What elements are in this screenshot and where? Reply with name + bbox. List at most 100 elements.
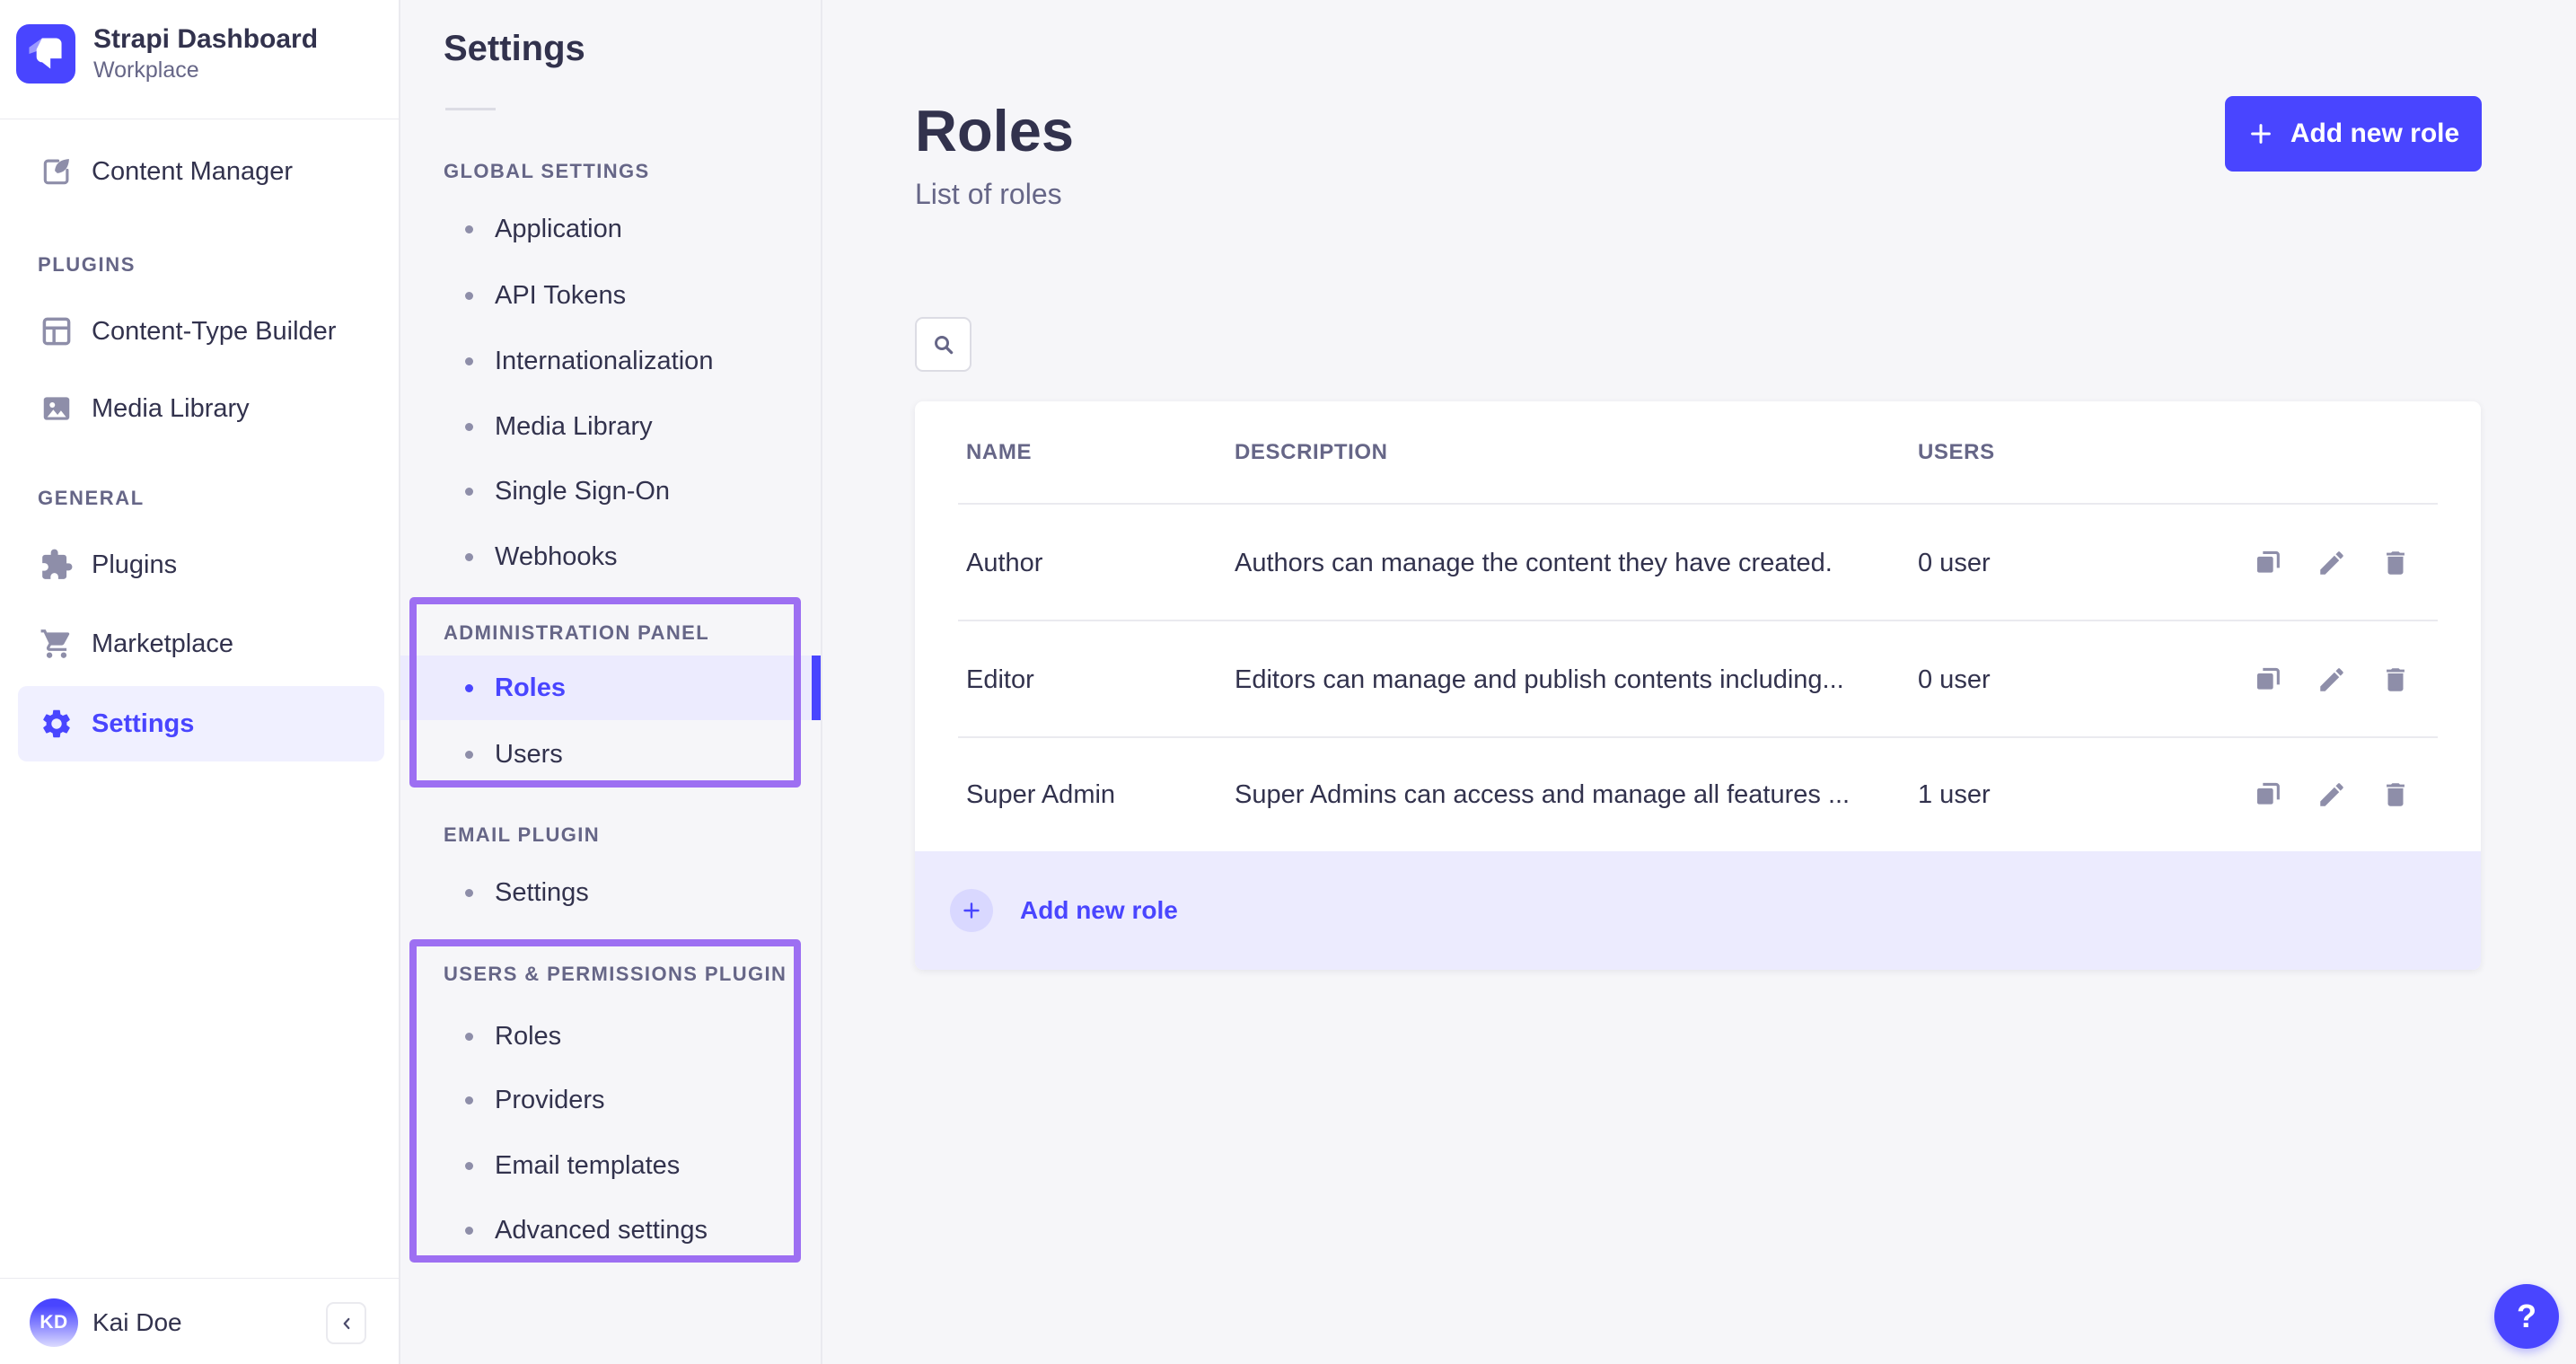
delete-trash-icon[interactable] (2379, 779, 2412, 811)
app-title: Strapi Dashboard (93, 23, 318, 56)
bullet-icon (465, 1033, 473, 1041)
plus-circle-icon (950, 889, 993, 932)
sidebar-item-settings[interactable]: Settings (18, 686, 384, 761)
subnav-item-up-providers[interactable]: Providers (400, 1076, 821, 1124)
chevron-left-icon (337, 1314, 356, 1333)
subnav-item-up-email-templates[interactable]: Email templates (400, 1141, 821, 1190)
edit-pencil-icon[interactable] (2316, 664, 2348, 696)
subnav-item-up-roles[interactable]: Roles (400, 1012, 821, 1060)
subnav-item-application[interactable]: Application (400, 205, 821, 253)
workspace-name: Workplace (93, 56, 318, 85)
shopping-cart-icon (38, 625, 75, 663)
column-header-name: NAME (966, 401, 1032, 503)
active-indicator-bar (812, 656, 821, 720)
workspace-switcher[interactable]: Strapi Dashboard Workplace (16, 23, 318, 85)
subnav-title: Settings (444, 29, 585, 69)
column-header-users: USERS (1918, 401, 1995, 503)
column-header-description: DESCRIPTION (1235, 401, 1388, 503)
subnav-item-up-advanced-settings[interactable]: Advanced settings (400, 1206, 821, 1254)
settings-subnav: Settings GLOBAL SETTINGS Application API… (400, 0, 822, 1364)
question-mark-label: ? (2517, 1298, 2536, 1335)
subnav-item-label: Media Library (495, 412, 653, 442)
sidebar-item-plugins[interactable]: Plugins (0, 537, 399, 593)
search-button[interactable] (915, 317, 971, 372)
subnav-item-admin-users[interactable]: Users (400, 730, 821, 779)
sidebar-item-content-type-builder[interactable]: Content-Type Builder (0, 304, 399, 359)
feather-pen-icon (38, 153, 75, 190)
add-new-role-button[interactable]: Add new role (2225, 96, 2482, 172)
subnav-item-label: API Tokens (495, 281, 626, 311)
table-row[interactable]: Super Admin Super Admins can access and … (915, 738, 2481, 851)
sidebar-section-general: GENERAL (38, 487, 145, 510)
subnav-item-internationalization[interactable]: Internationalization (400, 337, 821, 385)
table-row[interactable]: Author Authors can manage the content th… (915, 505, 2481, 621)
subnav-section-administration-panel: ADMINISTRATION PANEL (444, 621, 709, 645)
subnav-item-api-tokens[interactable]: API Tokens (400, 271, 821, 320)
sidebar-item-content-manager[interactable]: Content Manager (0, 144, 399, 199)
table-row[interactable]: Editor Editors can manage and publish co… (915, 621, 2481, 738)
subnav-section-global-settings: GLOBAL SETTINGS (444, 160, 650, 183)
subnav-item-email-settings[interactable]: Settings (400, 868, 821, 917)
avatar: KD (30, 1298, 78, 1347)
subnav-item-webhooks[interactable]: Webhooks (400, 532, 821, 581)
bullet-icon (465, 357, 473, 365)
subnav-item-media-library[interactable]: Media Library (400, 402, 821, 451)
subnav-item-label: Advanced settings (495, 1216, 708, 1245)
subnav-item-label: Users (495, 740, 563, 770)
sidebar-item-media-library[interactable]: Media Library (0, 381, 399, 436)
subnav-item-label: Settings (495, 878, 589, 908)
row-actions (2252, 621, 2412, 738)
subnav-item-label: Application (495, 215, 622, 244)
subnav-item-label: Roles (495, 673, 566, 703)
role-name: Author (966, 505, 1042, 621)
subnav-item-label: Webhooks (495, 542, 618, 572)
role-description: Super Admins can access and manage all f… (1235, 738, 1850, 851)
subnav-title-divider (445, 108, 496, 110)
subnav-item-label: Single Sign-On (495, 477, 670, 506)
help-button[interactable]: ? (2494, 1284, 2559, 1349)
sidebar-item-label: Content Manager (92, 157, 293, 187)
strapi-logo-icon (16, 24, 75, 84)
page-subtitle: List of roles (915, 178, 1062, 211)
roles-table: NAME DESCRIPTION USERS Author Authors ca… (915, 401, 2481, 970)
subnav-item-admin-roles[interactable]: Roles (400, 656, 821, 720)
app-root: Strapi Dashboard Workplace Content Manag… (0, 0, 2576, 1364)
bullet-icon (465, 1227, 473, 1235)
bullet-icon (465, 1096, 473, 1104)
add-new-role-label: Add new role (2290, 119, 2459, 149)
duplicate-icon[interactable] (2252, 664, 2284, 696)
bullet-icon (465, 423, 473, 431)
bullet-icon (465, 684, 473, 692)
sidebar-item-label: Settings (92, 709, 194, 739)
delete-trash-icon[interactable] (2379, 547, 2412, 579)
edit-pencil-icon[interactable] (2316, 547, 2348, 579)
subnav-item-label: Providers (495, 1086, 605, 1115)
duplicate-icon[interactable] (2252, 547, 2284, 579)
bullet-icon (465, 553, 473, 561)
bullet-icon (465, 1162, 473, 1170)
row-actions (2252, 505, 2412, 621)
bullet-icon (465, 292, 473, 300)
plus-icon (2247, 120, 2274, 147)
bullet-icon (465, 488, 473, 496)
main-sidebar: Strapi Dashboard Workplace Content Manag… (0, 0, 400, 1364)
subnav-item-single-sign-on[interactable]: Single Sign-On (400, 467, 821, 515)
sidebar-item-marketplace[interactable]: Marketplace (0, 616, 399, 672)
row-actions (2252, 738, 2412, 851)
gear-icon (38, 705, 75, 743)
table-footer-add-row[interactable]: Add new role (915, 851, 2481, 970)
role-name: Editor (966, 621, 1034, 738)
role-description: Authors can manage the content they have… (1235, 505, 1833, 621)
table-header-row: NAME DESCRIPTION USERS (915, 401, 2481, 503)
role-name: Super Admin (966, 738, 1115, 851)
edit-pencil-icon[interactable] (2316, 779, 2348, 811)
delete-trash-icon[interactable] (2379, 664, 2412, 696)
sidebar-item-label: Marketplace (92, 629, 233, 659)
user-menu[interactable]: KD Kai Doe (30, 1298, 182, 1347)
collapse-sidebar-button[interactable] (326, 1302, 366, 1344)
role-description: Editors can manage and publish contents … (1235, 621, 1844, 738)
sidebar-section-plugins: PLUGINS (38, 253, 136, 277)
duplicate-icon[interactable] (2252, 779, 2284, 811)
subnav-section-users-permissions: USERS & PERMISSIONS PLUGIN (444, 963, 787, 986)
subnav-item-label: Internationalization (495, 347, 713, 376)
